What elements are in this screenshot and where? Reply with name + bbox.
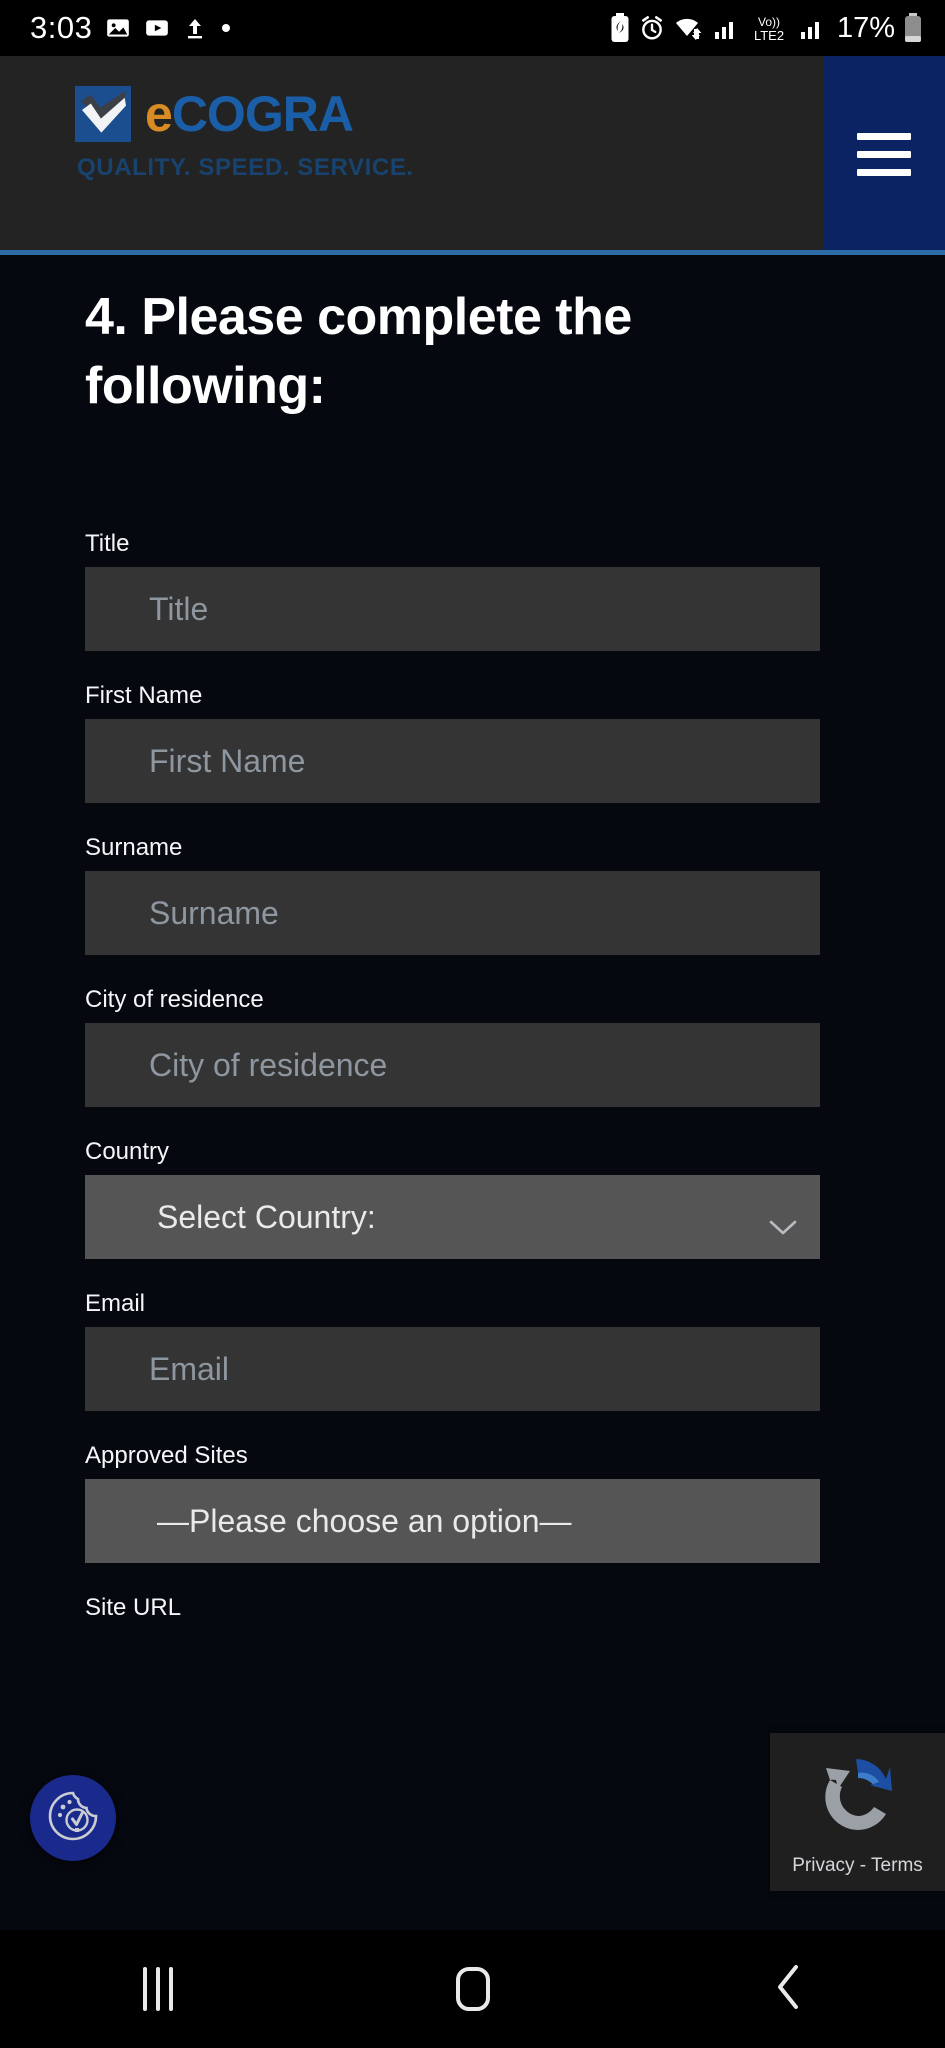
logo[interactable]: eCOGRA xyxy=(75,86,823,142)
email-input[interactable]: Email xyxy=(85,1327,820,1412)
signal-2-icon xyxy=(799,15,825,41)
field-label-email: Email xyxy=(85,1290,146,1318)
play-video-icon xyxy=(144,15,170,41)
surname-input[interactable]: Surname xyxy=(85,871,820,956)
battery-saver-icon xyxy=(609,13,631,43)
field-approved-sites: Approved Sites —Please choose an option— xyxy=(85,1441,945,1564)
back-icon xyxy=(772,1961,804,2018)
field-label-first-name: First Name xyxy=(85,682,203,710)
nav-home-button[interactable] xyxy=(413,1930,533,2048)
status-bar: 3:03 Vo)) LTE2 17% xyxy=(0,0,945,56)
recents-icon xyxy=(142,1967,173,2011)
chevron-down-icon xyxy=(768,1208,798,1235)
brand-block[interactable]: eCOGRA QUALITY. SPEED. SERVICE. xyxy=(0,56,823,252)
wifi-icon xyxy=(673,14,705,42)
cookie-consent-icon xyxy=(44,1787,102,1850)
svg-text:Vo)): Vo)) xyxy=(758,15,780,29)
hamburger-menu-icon[interactable] xyxy=(857,132,911,176)
field-label-approved-sites: Approved Sites xyxy=(85,1442,248,1470)
brand-tagline: QUALITY. SPEED. SERVICE. xyxy=(77,154,414,181)
title-input[interactable]: Title xyxy=(85,567,820,652)
android-nav-bar xyxy=(0,1930,945,2048)
approved-sites-select[interactable]: —Please choose an option— xyxy=(85,1479,820,1564)
status-bar-right: Vo)) LTE2 17% xyxy=(609,12,923,45)
photo-icon xyxy=(105,15,131,41)
approved-sites-select-value: —Please choose an option— xyxy=(157,1502,572,1539)
recaptcha-privacy-terms-label[interactable]: Privacy - Terms xyxy=(792,1855,923,1877)
battery-icon xyxy=(903,13,923,43)
site-header: eCOGRA QUALITY. SPEED. SERVICE. xyxy=(0,56,945,252)
field-label-title: Title xyxy=(85,530,130,558)
cookie-consent-button[interactable] xyxy=(30,1775,116,1861)
status-bar-left: 3:03 xyxy=(30,10,232,46)
field-label-surname: Surname xyxy=(85,834,183,862)
field-label-country: Country xyxy=(85,1138,170,1166)
field-first-name: First Name First Name xyxy=(85,681,945,804)
city-input[interactable]: City of residence xyxy=(85,1023,820,1108)
recaptcha-icon xyxy=(809,1748,907,1851)
field-city: City of residence City of residence xyxy=(85,985,945,1108)
nav-recents-button[interactable] xyxy=(98,1930,218,2048)
alarm-icon xyxy=(639,15,665,41)
page-title: 4. Please complete the following: xyxy=(85,288,632,416)
country-select[interactable]: Select Country: xyxy=(85,1175,820,1260)
field-surname: Surname Surname xyxy=(85,833,945,956)
country-select-value: Select Country: xyxy=(157,1198,376,1235)
recaptcha-badge[interactable]: Privacy - Terms xyxy=(770,1733,945,1891)
svg-text:LTE2: LTE2 xyxy=(754,28,784,43)
field-label-city: City of residence xyxy=(85,986,264,1014)
status-bar-clock: 3:03 xyxy=(30,10,93,45)
field-label-site-url: Site URL xyxy=(85,1594,182,1622)
nav-back-button[interactable] xyxy=(728,1930,848,2048)
wordmark-e: e xyxy=(145,86,173,142)
field-site-url: Site URL xyxy=(85,1593,945,1623)
home-icon xyxy=(455,1967,490,2011)
upload-icon xyxy=(183,15,207,41)
volte-icon: Vo)) LTE2 xyxy=(747,13,791,43)
wordmark-rest: COGRA xyxy=(171,86,354,142)
wordmark: eCOGRA xyxy=(145,86,354,142)
menu-button[interactable] xyxy=(823,56,945,252)
first-name-input[interactable]: First Name xyxy=(85,719,820,804)
page-content: 4. Please complete the following: Title … xyxy=(0,255,945,1930)
phone-screen: 3:03 Vo)) LTE2 17% eCOGRA QUALITY. SPEED… xyxy=(0,0,945,2048)
field-title: Title Title xyxy=(85,529,945,652)
signal-icon xyxy=(713,15,739,41)
checkmark-logo-icon xyxy=(75,86,131,142)
field-email: Email Email xyxy=(85,1289,945,1412)
registration-form: Title Title First Name First Name Surnam… xyxy=(0,529,945,1623)
dot-icon xyxy=(220,22,232,34)
field-country: Country Select Country: xyxy=(85,1137,945,1260)
battery-percent-label: 17% xyxy=(836,11,895,44)
